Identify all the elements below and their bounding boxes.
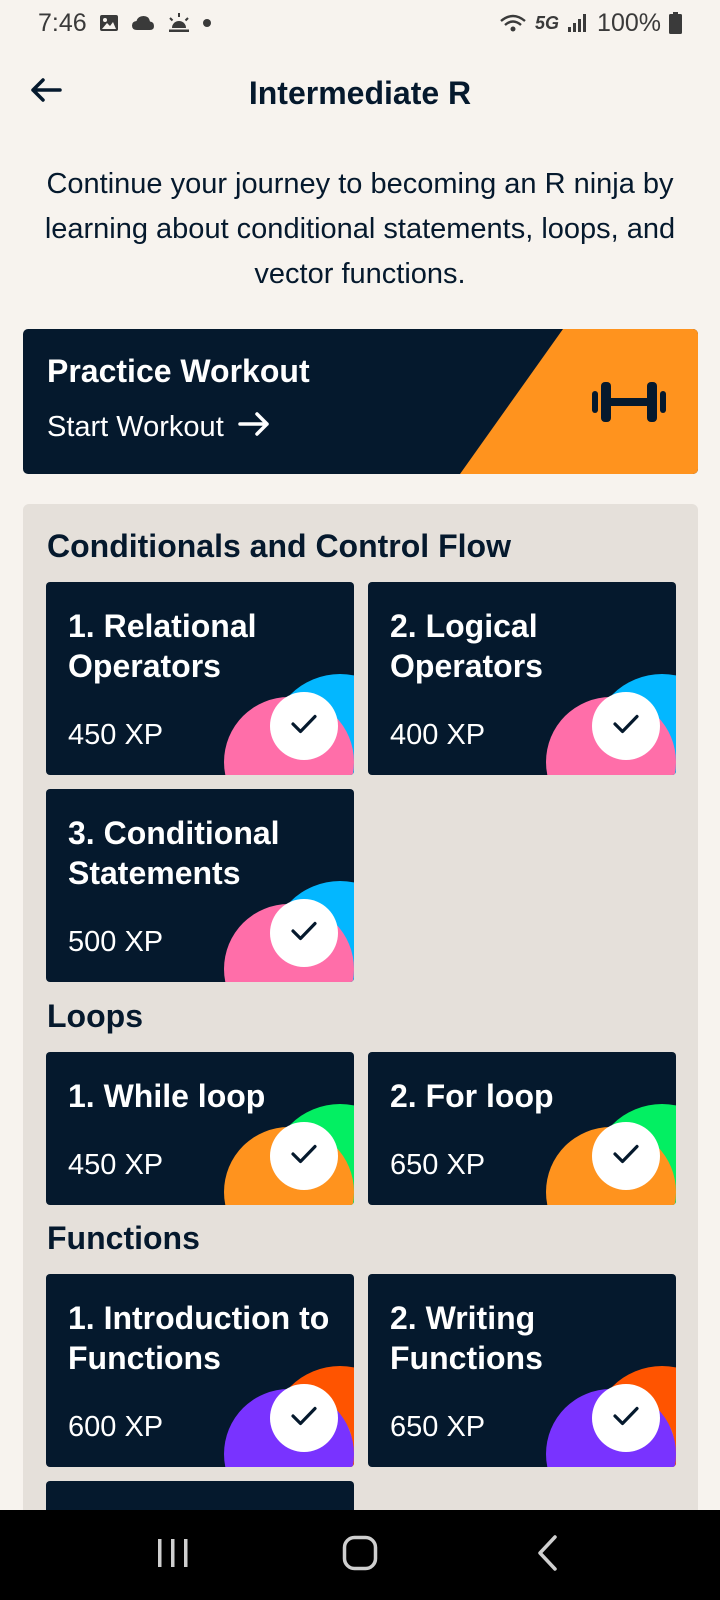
lesson-xp: 650 XP xyxy=(390,1411,486,1443)
lesson-card[interactable]: 1. Relational Operators 450 XP xyxy=(46,582,354,775)
image-notification-icon xyxy=(99,14,119,32)
cloud-icon xyxy=(131,15,155,31)
completed-badge xyxy=(592,1122,660,1190)
completed-badge xyxy=(592,1384,660,1452)
lesson-xp: 500 XP xyxy=(68,926,164,958)
back-button[interactable] xyxy=(26,72,66,112)
battery-icon xyxy=(669,12,682,34)
completed-badge xyxy=(270,692,338,760)
lesson-card[interactable]: 2. Logical Operators 400 XP xyxy=(368,582,676,775)
lesson-title: 1. Relational Operators xyxy=(68,608,257,684)
lesson-card[interactable]: 2. For loop 650 XP xyxy=(368,1052,676,1205)
lesson-card[interactable]: 1. While loop 450 XP xyxy=(46,1052,354,1205)
chevron-left-icon xyxy=(536,1534,558,1576)
recents-icon xyxy=(156,1537,190,1574)
dumbbell-icon xyxy=(591,379,667,430)
lesson-xp: 450 XP xyxy=(68,1149,164,1181)
lesson-card[interactable]: 3. Conditional Statements 500 XP xyxy=(46,789,354,982)
workout-title: Practice Workout xyxy=(47,353,310,389)
checkmark-icon xyxy=(613,1144,639,1169)
checkmark-icon xyxy=(613,714,639,739)
network-type: 5G xyxy=(535,12,560,33)
lesson-title: 1. Introduction to Functions xyxy=(68,1300,330,1376)
lesson-xp: 450 XP xyxy=(68,719,164,751)
app-header: Intermediate R xyxy=(0,62,720,124)
start-workout-label: Start Workout xyxy=(47,411,224,443)
lesson-title: 2. Logical Operators xyxy=(390,608,543,684)
status-bar: 7:46 5G 100% xyxy=(0,0,720,46)
notification-dot-icon xyxy=(202,19,211,27)
checkmark-icon xyxy=(291,1406,317,1431)
weather-sunrise-icon xyxy=(167,13,191,33)
lesson-title: 3. Conditional Statements xyxy=(68,815,280,891)
section-title-loops: Loops xyxy=(47,998,143,1034)
start-workout-link[interactable]: Start Workout xyxy=(47,411,270,444)
checkmark-icon xyxy=(291,714,317,739)
completed-badge xyxy=(270,899,338,967)
section-title-functions: Functions xyxy=(47,1220,200,1256)
arrow-right-icon xyxy=(238,411,270,444)
checkmark-icon xyxy=(613,1406,639,1431)
course-description: Continue your journey to becoming an R n… xyxy=(44,168,676,290)
lesson-xp: 400 XP xyxy=(390,719,486,751)
battery-percent: 100% xyxy=(597,8,661,37)
lesson-title: 2. Writing Functions xyxy=(390,1300,543,1376)
lesson-title: 2. For loop xyxy=(390,1078,554,1114)
recents-button[interactable] xyxy=(133,1525,213,1585)
lesson-xp: 650 XP xyxy=(390,1149,486,1181)
home-icon xyxy=(342,1535,378,1576)
lesson-title: 1. While loop xyxy=(68,1078,266,1114)
checkmark-icon xyxy=(291,1144,317,1169)
signal-icon xyxy=(567,13,589,33)
checkmark-icon xyxy=(291,921,317,946)
lesson-xp: 600 XP xyxy=(68,1411,164,1443)
completed-badge xyxy=(270,1384,338,1452)
section-title-conditionals: Conditionals and Control Flow xyxy=(47,528,511,564)
arrow-left-icon xyxy=(30,77,62,107)
lesson-card[interactable]: 1. Introduction to Functions 600 XP xyxy=(46,1274,354,1467)
wifi-icon xyxy=(499,13,527,33)
status-time: 7:46 xyxy=(38,8,87,37)
system-nav-bar xyxy=(0,1510,720,1600)
page-title: Intermediate R xyxy=(248,74,472,111)
lesson-card[interactable]: 2. Writing Functions 650 XP xyxy=(368,1274,676,1467)
completed-badge xyxy=(592,692,660,760)
practice-workout-card[interactable]: Practice Workout Start Workout xyxy=(23,329,698,474)
completed-badge xyxy=(270,1122,338,1190)
home-button[interactable] xyxy=(320,1525,400,1585)
nav-back-button[interactable] xyxy=(507,1525,587,1585)
